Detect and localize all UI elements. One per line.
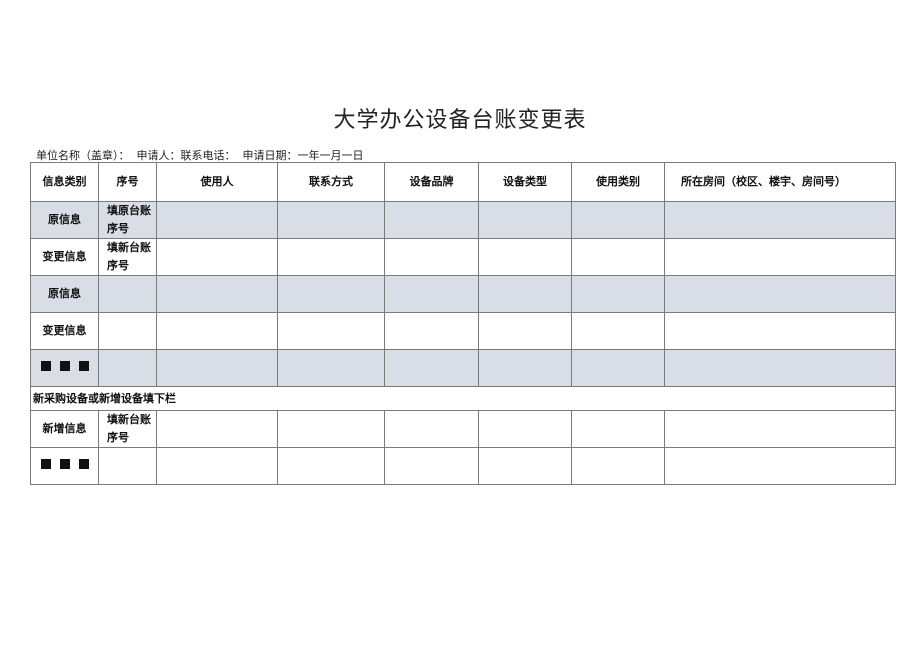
header-type: 设备类型	[478, 162, 572, 202]
cell-location[interactable]	[664, 201, 896, 239]
header-row: 信息类别 序号 使用人 联系方式 设备品牌 设备类型 使用类别 所在房间（校区、…	[30, 162, 896, 202]
cell-type[interactable]	[478, 312, 572, 350]
cell-contact[interactable]	[277, 201, 385, 239]
cell-usage[interactable]	[571, 275, 665, 313]
cell-contact[interactable]	[277, 312, 385, 350]
cell-contact[interactable]	[277, 447, 385, 485]
header-user: 使用人	[156, 162, 278, 202]
section-label-new-equipment: 新采购设备或新增设备填下栏	[30, 386, 896, 411]
row-category-ellipsis	[30, 447, 99, 485]
cell-user[interactable]	[156, 447, 278, 485]
row-category: 变更信息	[30, 312, 99, 350]
table-row: 新增信息 填新台账序号	[30, 410, 896, 448]
cell-contact[interactable]	[277, 410, 385, 448]
table-row: 变更信息	[30, 312, 896, 350]
table-row: 原信息 填原台账序号	[30, 201, 896, 239]
cell-type[interactable]	[478, 349, 572, 387]
cell-brand[interactable]	[384, 201, 479, 239]
cell-brand[interactable]	[384, 312, 479, 350]
cell-usage[interactable]	[571, 238, 665, 276]
row-seq[interactable]: 填新台账序号	[98, 410, 157, 448]
cell-user[interactable]	[156, 410, 278, 448]
header-seq: 序号	[98, 162, 157, 202]
row-category: 变更信息	[30, 238, 99, 276]
cell-location[interactable]	[664, 275, 896, 313]
cell-location[interactable]	[664, 238, 896, 276]
cell-type[interactable]	[478, 410, 572, 448]
section-row: 新采购设备或新增设备填下栏	[30, 386, 896, 411]
cell-type[interactable]	[478, 275, 572, 313]
cell-usage[interactable]	[571, 201, 665, 239]
row-category: 新增信息	[30, 410, 99, 448]
cell-usage[interactable]	[571, 312, 665, 350]
cell-type[interactable]	[478, 447, 572, 485]
row-seq[interactable]: 填新台账序号	[98, 238, 157, 276]
cell-user[interactable]	[156, 312, 278, 350]
cell-location[interactable]	[664, 349, 896, 387]
table-row: 原信息	[30, 275, 896, 313]
form-meta-line: 单位名称（盖章）： 申请人：联系电话： 申请日期：一年一月一日	[36, 149, 364, 162]
table-row	[30, 349, 896, 387]
cell-brand[interactable]	[384, 410, 479, 448]
cell-location[interactable]	[664, 410, 896, 448]
cell-contact[interactable]	[277, 238, 385, 276]
row-seq[interactable]	[98, 447, 157, 485]
header-brand: 设备品牌	[384, 162, 479, 202]
cell-brand[interactable]	[384, 238, 479, 276]
header-usage: 使用类别	[571, 162, 665, 202]
header-info-category: 信息类别	[30, 162, 99, 202]
cell-usage[interactable]	[571, 447, 665, 485]
cell-user[interactable]	[156, 201, 278, 239]
cell-contact[interactable]	[277, 349, 385, 387]
cell-brand[interactable]	[384, 447, 479, 485]
cell-type[interactable]	[478, 238, 572, 276]
ledger-change-table: 信息类别 序号 使用人 联系方式 设备品牌 设备类型 使用类别 所在房间（校区、…	[30, 162, 896, 485]
row-seq[interactable]	[98, 349, 157, 387]
cell-user[interactable]	[156, 275, 278, 313]
header-contact: 联系方式	[277, 162, 385, 202]
document-title: 大学办公设备台账变更表	[333, 108, 587, 133]
cell-brand[interactable]	[384, 275, 479, 313]
cell-type[interactable]	[478, 201, 572, 239]
cell-location[interactable]	[664, 447, 896, 485]
table-row: 变更信息 填新台账序号	[30, 238, 896, 276]
ellipsis-squares-icon	[40, 361, 89, 371]
cell-usage[interactable]	[571, 410, 665, 448]
cell-brand[interactable]	[384, 349, 479, 387]
row-seq[interactable]: 填原台账序号	[98, 201, 157, 239]
row-category-ellipsis	[30, 349, 99, 387]
cell-user[interactable]	[156, 238, 278, 276]
cell-location[interactable]	[664, 312, 896, 350]
cell-user[interactable]	[156, 349, 278, 387]
cell-contact[interactable]	[277, 275, 385, 313]
cell-usage[interactable]	[571, 349, 665, 387]
row-category: 原信息	[30, 201, 99, 239]
row-seq[interactable]	[98, 275, 157, 313]
table-row	[30, 447, 896, 485]
ellipsis-squares-icon	[40, 459, 89, 469]
row-seq[interactable]	[98, 312, 157, 350]
header-location: 所在房间（校区、楼宇、房间号）	[664, 162, 896, 202]
row-category: 原信息	[30, 275, 99, 313]
